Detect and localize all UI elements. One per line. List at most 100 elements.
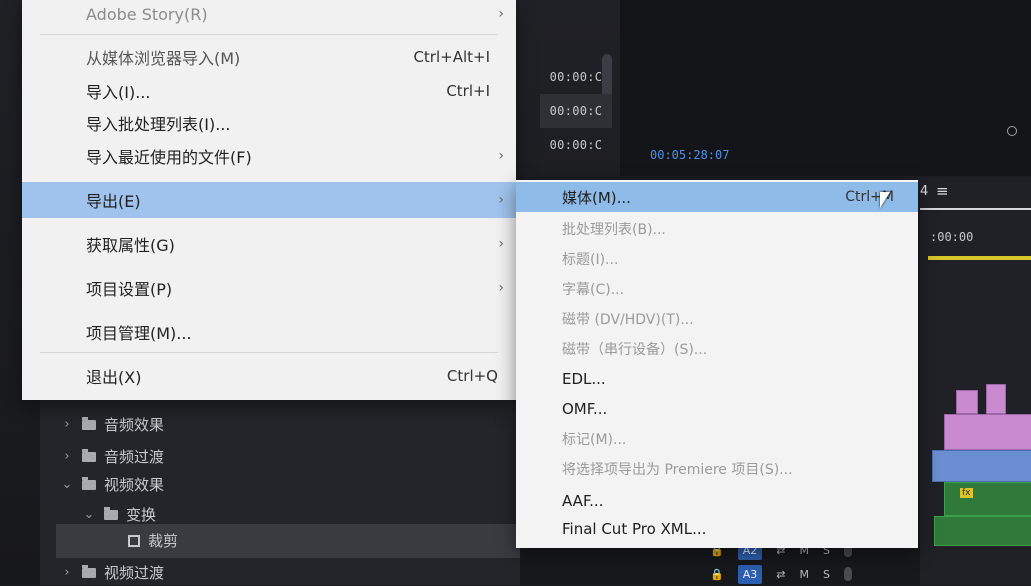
menu-item-project-settings[interactable]: 项目设置(P) › bbox=[22, 270, 516, 306]
tree-item-label: 变换 bbox=[126, 506, 157, 524]
timeline-tab[interactable]: 4 bbox=[920, 184, 928, 199]
tree-selection bbox=[56, 524, 520, 558]
submenu-item-label: 将选择项导出为 Premiere 项目(S)... bbox=[562, 462, 793, 478]
folder-icon bbox=[82, 448, 96, 462]
submenu-item-label: AAF... bbox=[562, 492, 604, 510]
work-area-bar[interactable] bbox=[928, 256, 1031, 260]
menu-item-label: 项目管理(M)... bbox=[86, 324, 192, 343]
video-clip[interactable] bbox=[986, 384, 1006, 414]
track-name[interactable]: A3 bbox=[737, 564, 763, 584]
tree-item[interactable]: ⌄ 视频效果 bbox=[60, 474, 164, 495]
menu-item-project-manager[interactable]: 项目管理(M)... bbox=[22, 314, 516, 350]
submenu-item-label: 标题(I)... bbox=[562, 252, 619, 268]
menu-separator bbox=[40, 352, 498, 353]
timecode-1: 00:00:C bbox=[549, 70, 603, 84]
folder-icon bbox=[82, 416, 96, 430]
submenu-item-label: 批处理列表(B)... bbox=[562, 222, 666, 238]
sync-icon[interactable]: ⇄ bbox=[776, 568, 785, 581]
menu-item-shortcut: Ctrl+Q bbox=[446, 367, 498, 385]
tree-item-label: 裁剪 bbox=[148, 532, 179, 550]
mic-icon[interactable] bbox=[843, 567, 852, 581]
monitor-ring-icon[interactable] bbox=[1007, 126, 1017, 136]
chevron-right-icon: › bbox=[498, 6, 504, 22]
submenu-item-label: 磁带 (DV/HDV)(T)... bbox=[562, 312, 694, 328]
menu-item-import-batch[interactable]: 导入批处理列表(I)... bbox=[22, 108, 516, 138]
submenu-item-label: Final Cut Pro XML... bbox=[562, 520, 707, 538]
folder-icon bbox=[104, 506, 118, 520]
menu-item-label: 从媒体浏览器导入(M) bbox=[86, 49, 241, 68]
submenu-item-aaf[interactable]: AAF... bbox=[516, 486, 918, 516]
menu-item-adobe-story[interactable]: Adobe Story(R) › bbox=[22, 0, 516, 28]
submenu-item-tape-serial: 磁带（串行设备）(S)... bbox=[516, 334, 918, 364]
chevron-right-icon[interactable]: › bbox=[60, 565, 74, 580]
menu-item-label: 获取属性(G) bbox=[86, 236, 175, 255]
mouse-pointer-icon bbox=[880, 192, 890, 208]
submenu-item-export-premiere-project: 将选择项导出为 Premiere 项目(S)... bbox=[516, 454, 918, 484]
submenu-item-title: 标题(I)... bbox=[516, 244, 918, 274]
submenu-item-captions: 字幕(C)... bbox=[516, 274, 918, 304]
submenu-item-edl[interactable]: EDL... bbox=[516, 364, 918, 394]
chevron-down-icon[interactable]: ⌄ bbox=[82, 507, 96, 522]
file-menu: Adobe Story(R) › 从媒体浏览器导入(M) Ctrl+Alt+I … bbox=[22, 0, 516, 400]
submenu-item-label: 标记(M)... bbox=[562, 432, 627, 448]
tree-item[interactable]: › 视频过渡 bbox=[60, 562, 164, 583]
menu-item-shortcut: Ctrl+Alt+I bbox=[413, 48, 490, 66]
folder-icon bbox=[82, 476, 96, 490]
menu-separator bbox=[40, 34, 498, 35]
chevron-right-icon[interactable]: › bbox=[60, 449, 74, 464]
video-clip[interactable] bbox=[932, 450, 1031, 482]
submenu-item-label: 媒体(M)... bbox=[562, 188, 631, 207]
fx-badge: fx bbox=[960, 488, 973, 498]
chevron-right-icon: › bbox=[498, 192, 504, 208]
solo-button[interactable]: S bbox=[823, 568, 830, 581]
timeline-ruler-time: :00:00 bbox=[930, 230, 974, 244]
submenu-item-label: OMF... bbox=[562, 400, 608, 418]
tree-item-selected[interactable]: 裁剪 bbox=[128, 530, 178, 551]
audio-clip[interactable] bbox=[934, 516, 1031, 546]
timeline-panel: 4 ≡ :00:00 bbox=[920, 178, 1031, 585]
folder-icon bbox=[82, 564, 96, 578]
menu-item-shortcut: Ctrl+I bbox=[446, 82, 490, 100]
tree-item[interactable]: › 音频效果 bbox=[60, 414, 164, 435]
timeline-tabbar: 4 ≡ bbox=[920, 178, 1031, 210]
menu-item-exit[interactable]: 退出(X) Ctrl+Q bbox=[22, 358, 516, 394]
chevron-right-icon[interactable]: › bbox=[60, 417, 74, 432]
panel-menu-icon[interactable]: ≡ bbox=[936, 182, 949, 200]
chevron-down-icon[interactable]: ⌄ bbox=[60, 477, 74, 492]
submenu-item-batch-list: 批处理列表(B)... bbox=[516, 214, 918, 244]
track-header-a3: 🔒 A3 ⇄ M S bbox=[710, 562, 852, 586]
timecode-column: 00:00:C 00:00:C 00:00:C bbox=[540, 60, 612, 162]
menu-item-label: 项目设置(P) bbox=[86, 280, 173, 299]
menu-item-import-media-browser[interactable]: 从媒体浏览器导入(M) Ctrl+Alt+I bbox=[22, 42, 516, 72]
submenu-item-markers: 标记(M)... bbox=[516, 424, 918, 454]
video-clip[interactable] bbox=[956, 390, 978, 414]
menu-item-label: 退出(X) bbox=[86, 368, 142, 387]
chevron-right-icon: › bbox=[498, 236, 504, 252]
submenu-item-media[interactable]: 媒体(M)... Ctrl+M bbox=[516, 182, 918, 212]
submenu-item-omf[interactable]: OMF... bbox=[516, 394, 918, 424]
submenu-item-label: EDL... bbox=[562, 370, 606, 388]
audio-clip[interactable] bbox=[944, 482, 1031, 516]
lock-icon[interactable]: 🔒 bbox=[710, 568, 724, 581]
chevron-right-icon: › bbox=[498, 280, 504, 296]
menu-item-label: 导出(E) bbox=[86, 192, 141, 211]
menu-item-label: 导入最近使用的文件(F) bbox=[86, 148, 252, 167]
crop-icon bbox=[128, 534, 140, 547]
menu-item-import[interactable]: 导入(I)... Ctrl+I bbox=[22, 76, 516, 106]
menu-item-label: 导入批处理列表(I)... bbox=[86, 115, 231, 134]
tree-item[interactable]: ⌄ 变换 bbox=[82, 504, 156, 525]
timecode-3: 00:00:C bbox=[549, 138, 603, 152]
monitor-timecode: 00:05:28:07 bbox=[650, 148, 730, 162]
menu-item-label: Adobe Story(R) bbox=[86, 4, 208, 24]
tree-item-label: 视频效果 bbox=[104, 476, 165, 494]
export-submenu: 媒体(M)... Ctrl+M 批处理列表(B)... 标题(I)... 字幕(… bbox=[516, 180, 918, 548]
video-clip[interactable] bbox=[944, 414, 1031, 450]
mute-button[interactable]: M bbox=[799, 568, 809, 581]
menu-item-get-properties[interactable]: 获取属性(G) › bbox=[22, 226, 516, 262]
menu-item-import-recent[interactable]: 导入最近使用的文件(F) › bbox=[22, 140, 516, 172]
submenu-item-label: 字幕(C)... bbox=[562, 282, 625, 298]
tree-item[interactable]: › 音频过渡 bbox=[60, 446, 164, 467]
menu-item-export[interactable]: 导出(E) › bbox=[22, 182, 516, 218]
tree-item-label: 音频效果 bbox=[104, 416, 165, 434]
submenu-item-final-cut-xml[interactable]: Final Cut Pro XML... bbox=[516, 514, 918, 544]
